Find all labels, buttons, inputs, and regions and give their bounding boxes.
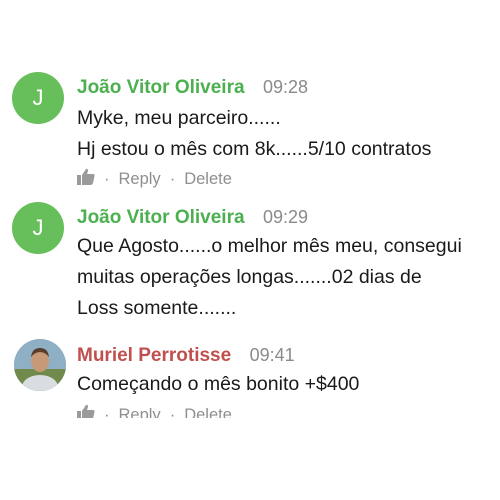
comment-line: Começando o mês bonito +$400 [77,373,360,395]
comment-line: Myke, meu parceiro...... [77,107,281,129]
timestamp: 09:41 [249,345,295,365]
comment-text: Myke, meu parceiro...... Hj estou o mês … [77,103,492,165]
thumbs-up-icon[interactable] [77,404,95,418]
separator: · [169,169,176,188]
avatar[interactable]: J [12,72,64,124]
comment-actions: · Reply · Delete [77,404,232,418]
author-name[interactable]: João Vitor Oliveira [77,77,245,98]
comment-line: Que Agosto......o melhor mês meu, conseg… [77,235,462,257]
timestamp: 09:29 [263,207,309,227]
comment-actions: · Reply · Delete [77,168,232,190]
author-name[interactable]: Muriel Perrotisse [77,345,231,366]
delete-link[interactable]: Delete [184,170,232,189]
comment-text: Começando o mês bonito +$400 [77,369,492,400]
comment-actions-clip: · Reply · Delete [0,398,500,418]
comment-meta: Muriel Perrotisse 09:41 [77,345,295,367]
avatar[interactable] [14,339,66,391]
separator: · [104,169,110,188]
separator: · [104,405,110,419]
delete-link[interactable]: Delete [184,406,232,419]
comment-line: Loss somente....... [77,297,237,319]
comment-text: Que Agosto......o melhor mês meu, conseg… [77,231,492,324]
comment-line: muitas operações longas.......02 dias de [77,266,422,288]
reply-link[interactable]: Reply [119,406,161,419]
reply-link[interactable]: Reply [119,170,161,189]
comment-meta: João Vitor Oliveira 09:28 [77,77,308,99]
thumbs-up-icon[interactable] [77,168,95,190]
author-name[interactable]: João Vitor Oliveira [77,207,245,228]
user-photo-avatar [14,339,66,391]
separator: · [169,405,176,419]
timestamp: 09:28 [263,77,309,97]
avatar[interactable]: J [12,202,64,254]
comment-line: Hj estou o mês com 8k......5/10 contrato… [77,138,432,160]
comment-meta: João Vitor Oliveira 09:29 [77,207,308,229]
